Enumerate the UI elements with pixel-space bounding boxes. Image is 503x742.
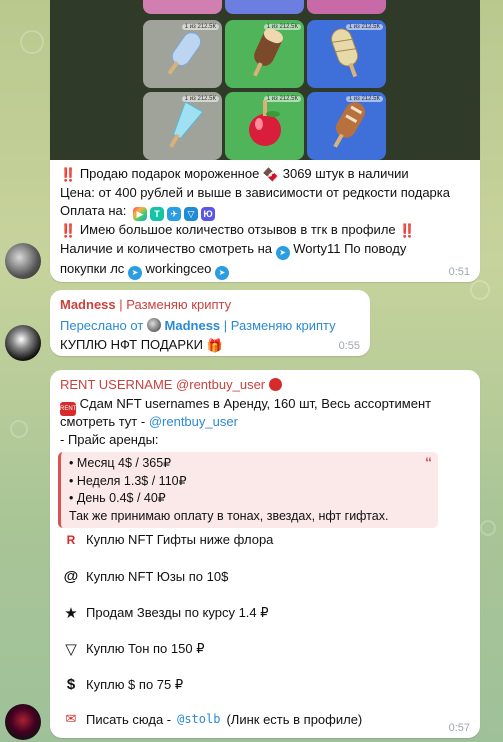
double-exclamation-icon: ‼️	[60, 223, 77, 239]
message-2-sender-suffix: | Разменяю крипту	[119, 297, 232, 312]
list-item: ★ Продам Звезды по курсу 1.4 ₽	[62, 604, 268, 622]
price-week: • Неделя 1.3$ / 110₽	[69, 473, 187, 488]
list-item: @ Куплю NFT Юзы по 10$	[63, 568, 229, 585]
price-day: • День 0.4$ / 40₽	[69, 491, 166, 505]
quote-icon: “	[425, 454, 432, 470]
message-3-price-heading: - Прайс аренды:	[60, 432, 159, 447]
list-item: $ Куплю $ по 75 ₽	[62, 676, 183, 693]
price-month: • Месяц 4$ / 365₽	[69, 456, 172, 470]
message-2-text: КУПЛЮ НФТ ПОДАРКИ	[60, 337, 203, 352]
avatar[interactable]	[5, 704, 41, 740]
message-1-stock: 3069 штук в наличии	[282, 166, 409, 181]
background-doodle	[470, 280, 490, 300]
message-3-line-1: Сдам NFT usernames в Аренду, 160 шт, Вес…	[79, 396, 432, 411]
message-1-payment-label: Оплата на:	[60, 203, 127, 218]
ton-icon: ▽	[65, 641, 77, 658]
background-doodle	[10, 420, 28, 438]
message-3-line-2: смотреть тут -	[60, 414, 146, 429]
message-bubble-1[interactable]: 1 из 212.5К 1 из 212.5К 1 из 212.5К 1 из…	[50, 0, 480, 282]
message-1-availability: Наличие и количество смотреть на	[60, 240, 273, 256]
avatar[interactable]	[5, 325, 41, 361]
gift-tile-popsicle-caramel: 1 из 212.5К	[307, 92, 386, 160]
contact-note: (Линк есть в профиле)	[226, 711, 363, 727]
gift-tile-candy-apple: 1 из 212.5К	[225, 92, 304, 160]
star-icon: ★	[64, 605, 78, 622]
message-2-time: 0:55	[338, 340, 360, 352]
forwarded-name[interactable]: Madness	[165, 318, 221, 333]
list-item: R Куплю NFT Гифты ниже флора	[62, 532, 274, 547]
gift-image-grid[interactable]: 1 из 212.5К 1 из 212.5К 1 из 212.5К 1 из…	[50, 0, 480, 160]
r-logo-icon: R	[66, 532, 76, 547]
price-quote-block: “ • Месяц 4$ / 365₽ • Неделя 1.3$ / 110₽…	[58, 452, 438, 528]
payment-icons: ▶ T ✈ ▽ Ю	[132, 207, 215, 222]
message-1-channel[interactable]: Worty11 По поводу	[293, 241, 406, 256]
gift-tile-ice-crystal: 1 из 212.5К	[143, 92, 222, 160]
popsicle-icon: 🍫	[262, 167, 280, 182]
background-doodle	[20, 30, 44, 54]
telegram-icon: ➤	[214, 266, 229, 281]
message-1-line-1: Продаю подарок мороженное	[79, 166, 260, 181]
message-1-reviews: Имею большое количество отзывов в тгк в …	[79, 222, 396, 238]
forwarded-suffix: | Разменяю крипту	[223, 318, 336, 333]
list-item: ✉ Писать сюда - @stolb (Линк есть в проф…	[62, 711, 363, 727]
at-sign-icon: @	[63, 568, 79, 585]
dollar-icon: $	[66, 676, 76, 693]
message-bubble-2[interactable]: Madness | Разменяю крипту Переслано от M…	[50, 290, 370, 356]
contact-label: Писать сюда -	[86, 711, 172, 727]
message-3-time: 0:57	[448, 722, 470, 734]
message-1-price: Цена: от 400 рублей и выше в зависимости…	[60, 184, 450, 200]
gift-tile-popsicle-mummy: 1 из 212.5К	[307, 20, 386, 88]
background-doodle	[480, 520, 496, 536]
contact-icon: ✉	[65, 711, 77, 726]
sender-badge-icon	[268, 378, 282, 391]
telegram-icon: ➤	[127, 266, 142, 281]
message-1-time: 0:51	[448, 266, 470, 278]
gift-tile-popsicle-choco: 1 из 212.5К	[225, 20, 304, 88]
telegram-wallet-icon: ✈	[166, 207, 181, 222]
forwarded-avatar	[146, 318, 161, 332]
message-1-contact-label: покупки лс	[60, 261, 125, 276]
payment-note: Так же принимаю оплату в тонах, звездах,…	[69, 508, 389, 523]
ton-icon: ▽	[183, 207, 198, 222]
telegram-icon: ➤	[275, 246, 290, 260]
message-1-contact[interactable]: workingceo	[146, 261, 212, 276]
message-3-link[interactable]: @rentbuy_user	[149, 414, 238, 429]
double-exclamation-icon: ‼️	[60, 167, 77, 182]
forwarded-label: Переслано от	[60, 318, 144, 333]
gift-tile	[307, 0, 386, 14]
message-bubble-3[interactable]: RENT USERNAME @rentbuy_user RENT Сдам NF…	[50, 370, 480, 738]
yoomoney-icon: Ю	[200, 207, 215, 222]
contact-link[interactable]: @stolb	[177, 712, 220, 726]
message-3-sender[interactable]: RENT USERNAME @rentbuy_user	[60, 377, 265, 392]
payment-app-icon: ▶	[132, 207, 147, 222]
gift-tile-popsicle-blue: 1 из 212.5К	[143, 20, 222, 88]
message-2-sender[interactable]: Madness	[60, 297, 116, 312]
double-exclamation-icon: ‼️	[399, 223, 416, 239]
gift-icon: 🎁	[206, 338, 223, 353]
tether-icon: T	[149, 207, 164, 222]
list-item: ▽ Куплю Тон по 150 ₽	[62, 640, 204, 658]
gift-tile	[225, 0, 304, 14]
gift-tile	[143, 0, 222, 14]
avatar[interactable]	[5, 243, 41, 279]
